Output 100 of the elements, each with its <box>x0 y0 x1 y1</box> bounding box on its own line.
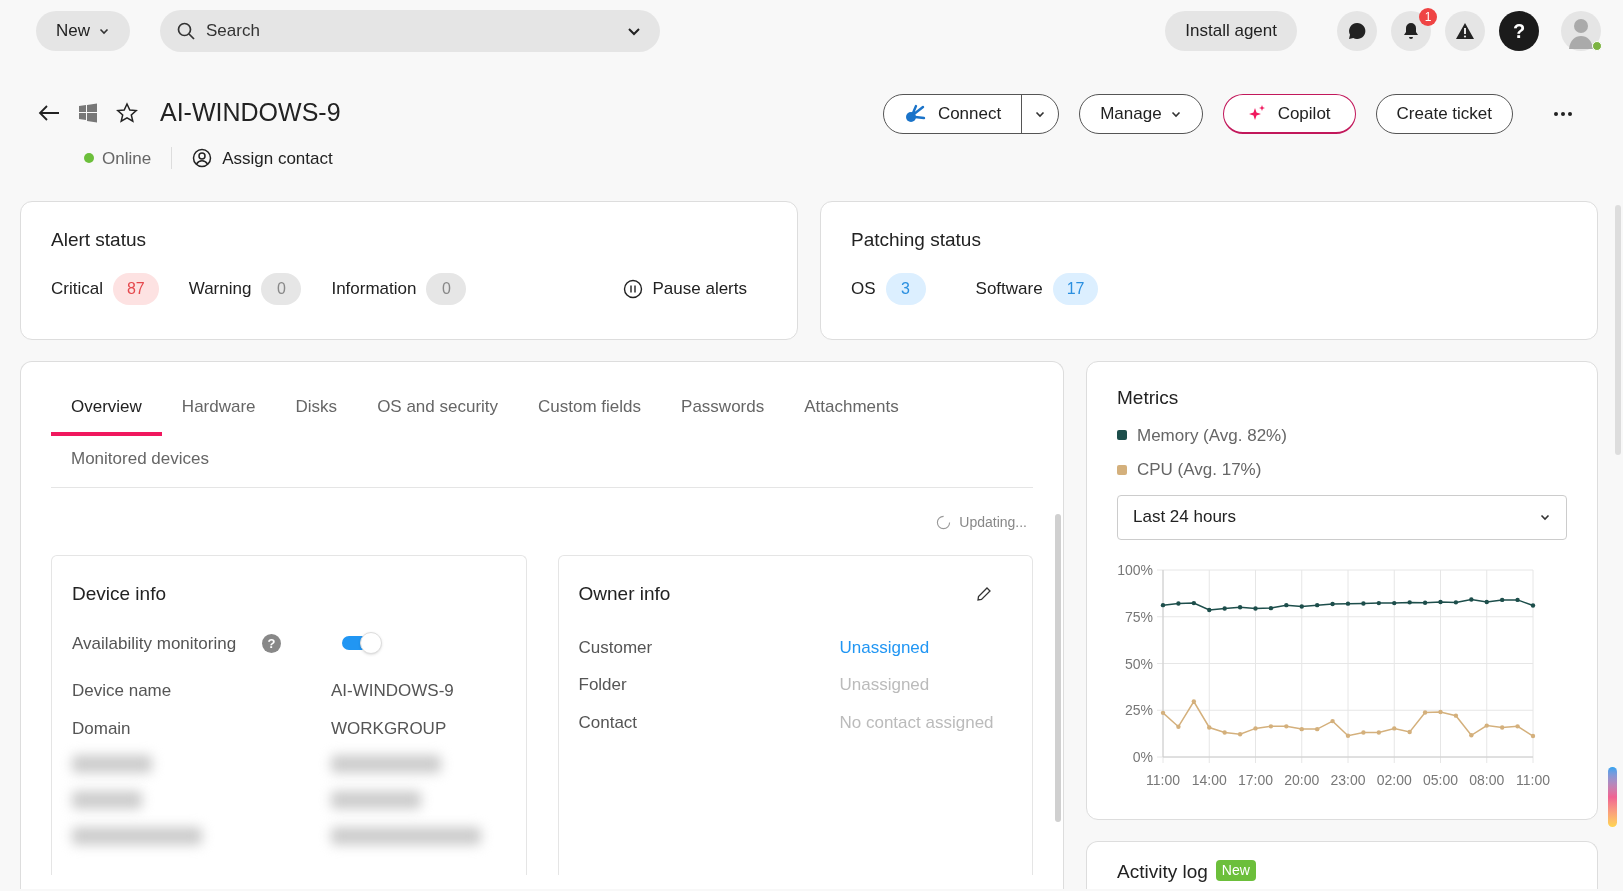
x-tick-label: 11:00 <box>1146 771 1180 788</box>
data-point <box>1422 600 1428 605</box>
count-label: Software <box>975 277 1043 300</box>
count-label: Critical <box>51 277 103 300</box>
help-badge: ? <box>262 633 281 653</box>
blurred-text <box>72 791 142 809</box>
field-label: Folder <box>578 674 628 696</box>
gradient-handle[interactable] <box>1608 767 1617 827</box>
data-point <box>1515 597 1520 602</box>
y-tick-label: 100% <box>1117 561 1153 578</box>
warning-icon <box>1455 22 1475 40</box>
count-label: OS <box>851 277 876 300</box>
tab[interactable]: Overview <box>51 384 162 436</box>
data-point <box>1330 601 1335 606</box>
pause-alerts-button[interactable]: Pause alerts <box>622 275 747 302</box>
user-circle-icon <box>192 148 213 169</box>
legend-label: CPU (Avg. 17%) <box>1137 459 1262 481</box>
search-field[interactable]: Search <box>160 10 660 52</box>
data-point <box>1314 602 1320 607</box>
tab[interactable]: Disks <box>275 384 358 436</box>
count-badge: 17 <box>1052 272 1099 305</box>
data-point <box>1207 724 1212 730</box>
data-point <box>1361 729 1366 735</box>
more-icon[interactable] <box>1553 111 1573 117</box>
chat-button[interactable] <box>1337 11 1377 51</box>
x-tick-label: 05:00 <box>1423 771 1458 788</box>
data-point <box>1207 607 1212 612</box>
count-label: Information <box>331 277 417 300</box>
data-point <box>1268 723 1274 729</box>
data-point <box>1237 604 1243 609</box>
data-point <box>1392 600 1397 605</box>
alerts-button[interactable] <box>1445 11 1485 51</box>
y-tick-label: 50% <box>1124 655 1153 671</box>
pause-icon <box>622 278 643 299</box>
data-point <box>1453 599 1459 605</box>
data-point <box>1330 718 1335 723</box>
availability-label: Availability monitoring <box>72 632 238 655</box>
card-title: Metrics <box>1117 386 1180 410</box>
field-label: Device name <box>72 680 173 702</box>
count-badge: 87 <box>112 272 159 305</box>
tab[interactable]: Custom fields <box>518 384 662 436</box>
tab[interactable]: Passwords <box>661 384 785 436</box>
data-point <box>1438 599 1443 604</box>
spinner-icon <box>936 515 952 530</box>
card-title: Patching status <box>851 228 982 252</box>
data-point <box>1469 732 1474 737</box>
data-point <box>1530 733 1536 738</box>
data-point <box>1453 712 1459 718</box>
data-point <box>1499 724 1505 730</box>
back-arrow-icon[interactable] <box>38 103 60 122</box>
x-tick-label: 11:00 <box>1516 771 1550 788</box>
new-button[interactable]: New <box>36 11 130 51</box>
time-range-dropdown[interactable]: Last 24 hours <box>1117 494 1567 540</box>
y-tick-label: 75% <box>1124 608 1153 625</box>
data-point <box>1222 729 1227 735</box>
y-tick-label: 25% <box>1124 701 1153 718</box>
data-point <box>1407 599 1412 605</box>
data-point <box>1176 600 1181 606</box>
new-badge: New <box>1215 860 1256 881</box>
updating-text: Updating... <box>959 513 1027 532</box>
x-tick-label: 17:00 <box>1238 771 1273 788</box>
status-text: Online <box>102 147 152 170</box>
install-agent-button[interactable]: Install agent <box>1165 11 1297 51</box>
data-point <box>1160 602 1166 607</box>
edit-icon[interactable] <box>976 586 992 603</box>
star-icon[interactable] <box>116 101 138 124</box>
assign-contact-button[interactable]: Assign contact <box>192 145 333 171</box>
tab[interactable]: Hardware <box>161 384 276 436</box>
copilot-button[interactable]: Copilot <box>1222 94 1356 134</box>
tab[interactable]: Attachments <box>784 384 919 436</box>
count-badge: 3 <box>885 272 926 305</box>
connect-split-button[interactable]: Connect <box>882 94 1060 134</box>
notifications-button[interactable] <box>1391 11 1431 51</box>
help-button[interactable]: ? <box>1499 11 1539 51</box>
field-label: Domain <box>72 717 132 740</box>
chat-icon <box>1347 21 1367 41</box>
toggle-switch[interactable] <box>342 632 382 655</box>
bell-icon <box>1401 21 1421 41</box>
card-title: Activity log <box>1117 860 1208 884</box>
data-point <box>1422 709 1428 715</box>
data-point <box>1160 710 1166 715</box>
data-point <box>1530 602 1536 608</box>
data-point <box>1299 603 1304 609</box>
windows-icon <box>78 102 98 123</box>
card-title: Device info <box>72 582 167 606</box>
legend-label: Memory (Avg. 82%) <box>1137 424 1287 447</box>
data-point <box>1376 600 1382 605</box>
tab[interactable]: Monitored devices <box>51 435 229 487</box>
data-point <box>1222 605 1227 611</box>
data-point <box>1484 599 1489 604</box>
manage-button[interactable]: Manage <box>1079 94 1203 134</box>
tab[interactable]: OS and security <box>357 384 519 436</box>
create-ticket-button[interactable]: Create ticket <box>1375 94 1513 134</box>
field-label: Contact <box>578 711 639 734</box>
data-point <box>1361 600 1366 606</box>
data-point <box>1191 600 1197 605</box>
field-value: No contact assigned <box>839 711 994 734</box>
connect-button[interactable]: Connect <box>883 95 1022 133</box>
data-point <box>1176 724 1181 729</box>
data-point <box>1469 596 1474 602</box>
